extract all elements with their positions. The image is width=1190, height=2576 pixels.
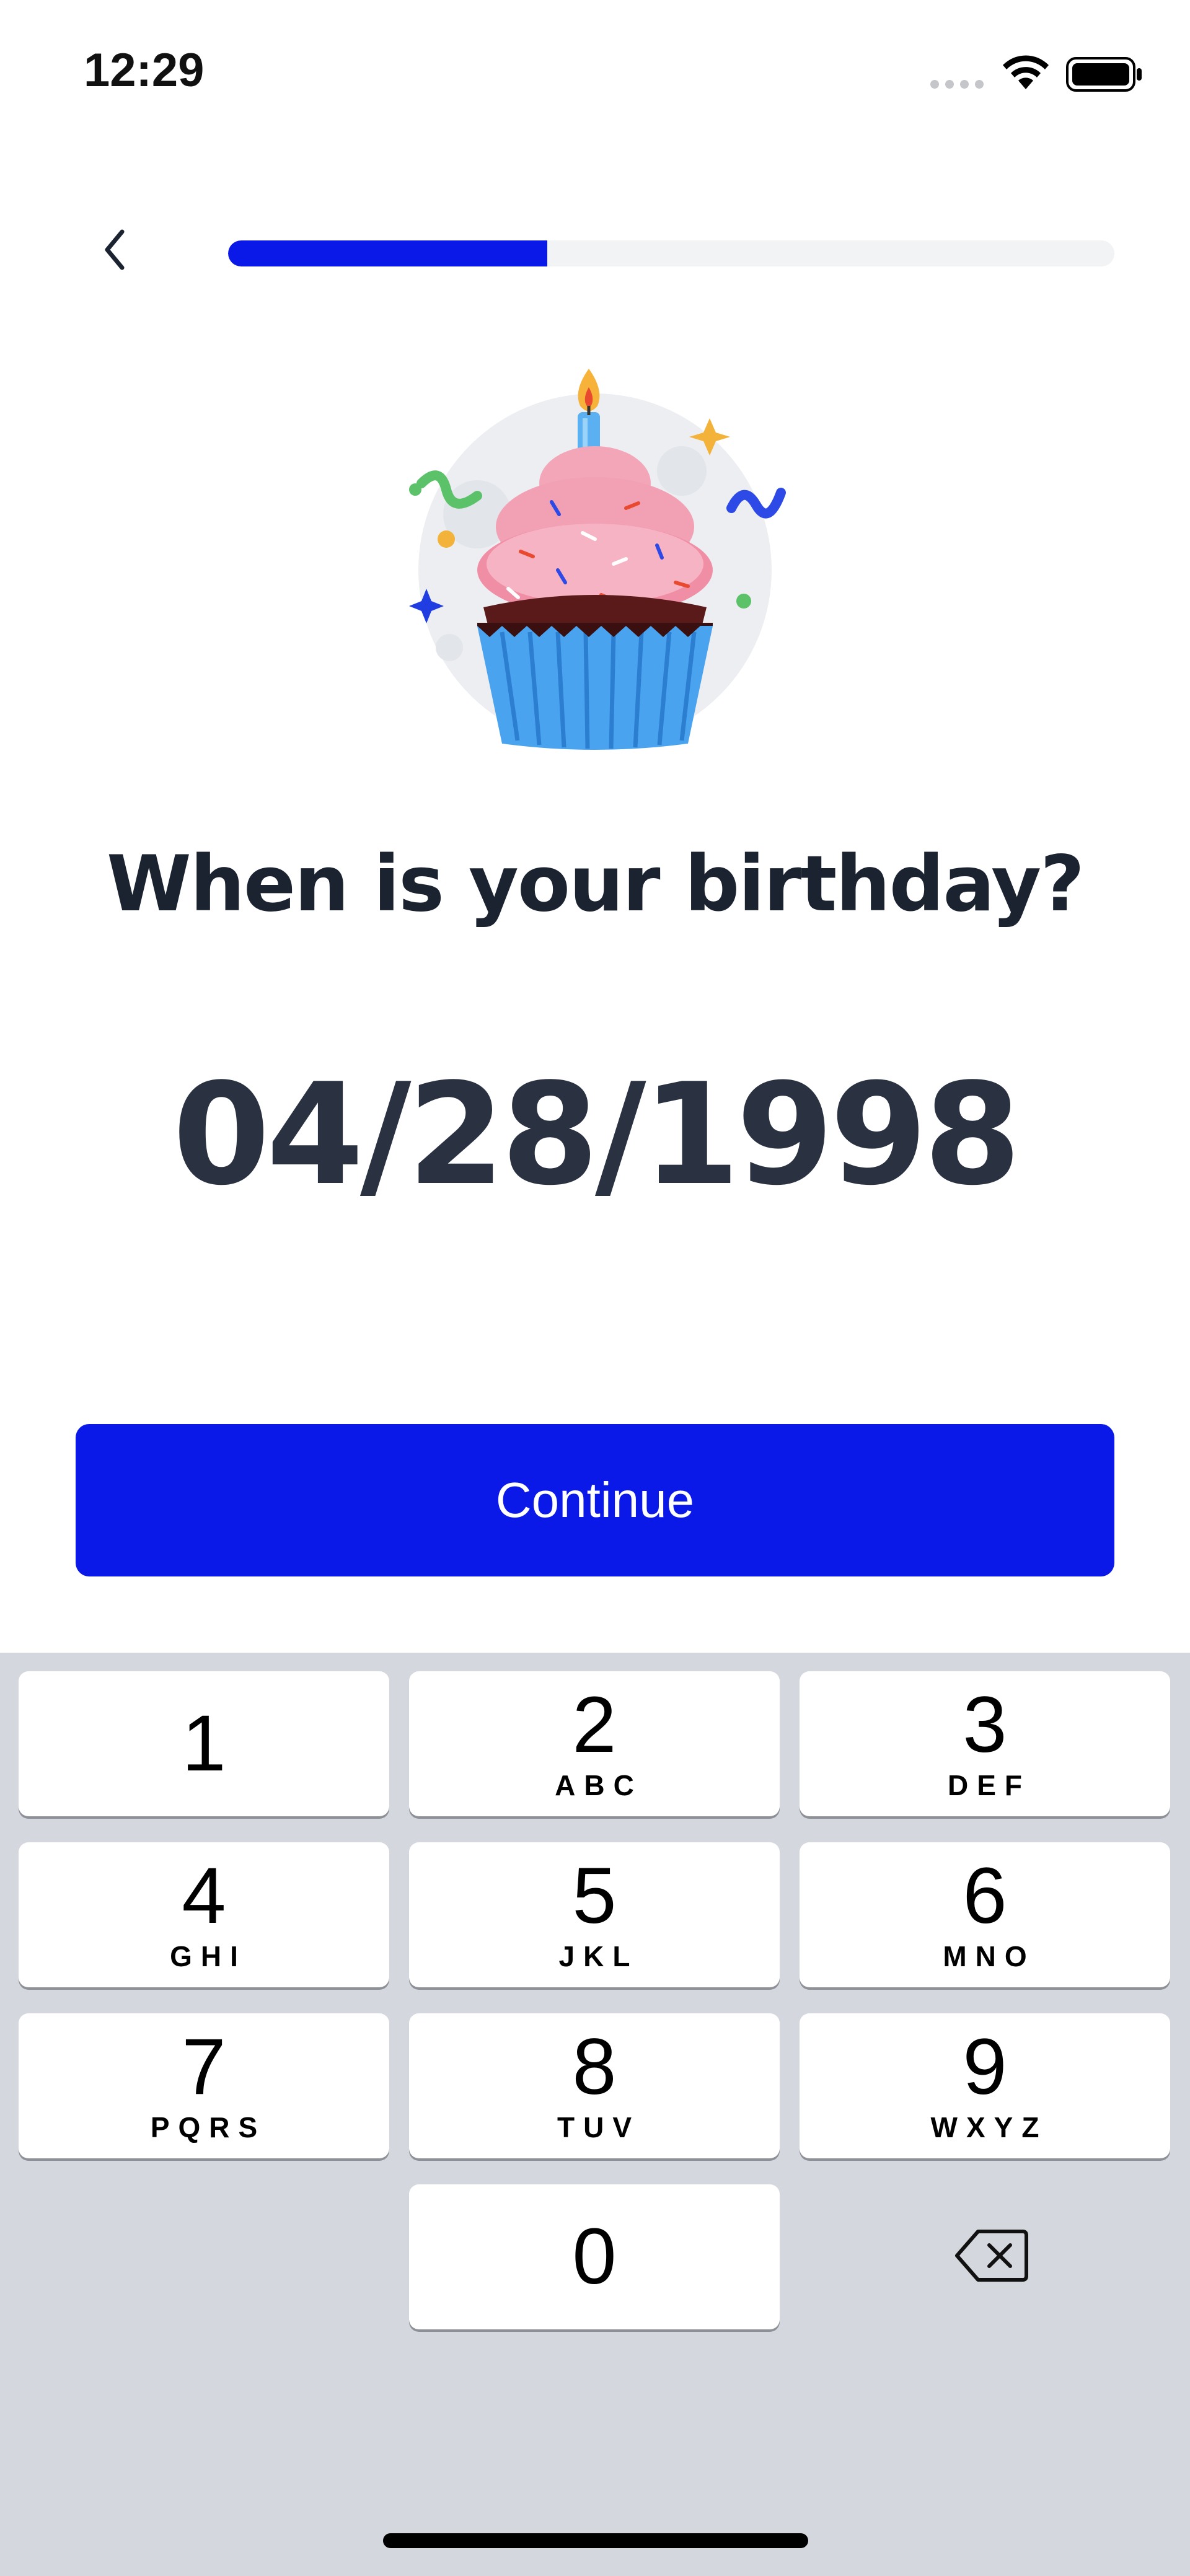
key-7[interactable]: 7 PQRS bbox=[19, 2013, 389, 2158]
battery-icon bbox=[1066, 57, 1143, 95]
key-letters: ABC bbox=[555, 1769, 643, 1801]
key-9[interactable]: 9 WXYZ bbox=[800, 2013, 1170, 2158]
key-digit: 9 bbox=[963, 2023, 1007, 2111]
birthday-screen: 12:29 When is your birthday? 04/28/1998 … bbox=[0, 0, 1190, 2576]
wifi-icon bbox=[1001, 53, 1051, 94]
backspace-icon bbox=[954, 2228, 1029, 2287]
continue-button[interactable]: Continue bbox=[76, 1424, 1114, 1576]
birthday-date-input[interactable]: 04/28/1998 bbox=[0, 1053, 1190, 1216]
numeric-keypad: 1 2 ABC 3 DEF 4 GHI 5 JKL 6 MNO 7 PQRS 8… bbox=[0, 1653, 1190, 2576]
back-button[interactable] bbox=[87, 223, 143, 279]
key-digit: 0 bbox=[572, 2212, 617, 2301]
progress-bar bbox=[228, 240, 1114, 266]
key-5[interactable]: 5 JKL bbox=[409, 1842, 780, 1987]
status-time: 12:29 bbox=[84, 44, 205, 97]
page-title: When is your birthday? bbox=[106, 840, 1085, 929]
key-letters: WXYZ bbox=[930, 2111, 1048, 2143]
key-digit: 7 bbox=[182, 2023, 226, 2111]
key-letters: PQRS bbox=[150, 2111, 267, 2143]
key-digit: 4 bbox=[182, 1852, 226, 1940]
backspace-button[interactable] bbox=[800, 2184, 1184, 2329]
key-digit: 3 bbox=[963, 1681, 1007, 1769]
key-3[interactable]: 3 DEF bbox=[800, 1671, 1170, 1816]
key-8[interactable]: 8 TUV bbox=[409, 2013, 780, 2158]
key-0[interactable]: 0 bbox=[409, 2184, 780, 2329]
key-6[interactable]: 6 MNO bbox=[800, 1842, 1170, 1987]
progress-fill bbox=[228, 240, 547, 266]
key-letters: GHI bbox=[170, 1940, 247, 1972]
key-1[interactable]: 1 bbox=[19, 1671, 389, 1816]
home-indicator[interactable] bbox=[383, 2533, 808, 2548]
status-bar: 12:29 bbox=[0, 0, 1190, 149]
signal-icon bbox=[930, 79, 985, 92]
birthday-cupcake-illustration bbox=[397, 359, 806, 762]
key-letters: DEF bbox=[948, 1769, 1031, 1801]
key-letters: TUV bbox=[557, 2111, 640, 2143]
key-digit: 8 bbox=[572, 2023, 617, 2111]
key-digit: 1 bbox=[182, 1699, 226, 1788]
chevron-left-icon bbox=[102, 228, 127, 275]
key-letters: JKL bbox=[558, 1940, 639, 1972]
key-digit: 6 bbox=[963, 1852, 1007, 1940]
key-digit: 2 bbox=[572, 1681, 617, 1769]
key-digit: 5 bbox=[572, 1852, 617, 1940]
key-letters: MNO bbox=[943, 1940, 1036, 1972]
key-2[interactable]: 2 ABC bbox=[409, 1671, 780, 1816]
key-4[interactable]: 4 GHI bbox=[19, 1842, 389, 1987]
